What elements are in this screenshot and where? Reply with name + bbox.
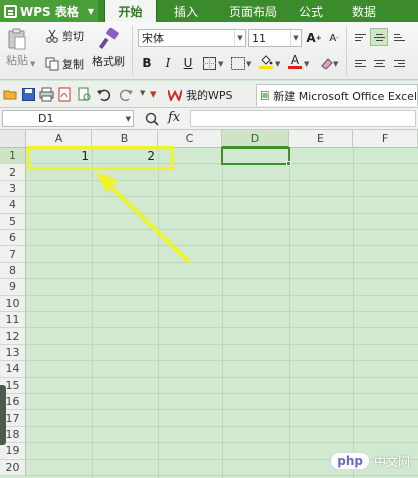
paste-dropdown-icon[interactable]: ▼ — [30, 60, 35, 68]
tab-insert[interactable]: 插入 — [160, 0, 212, 22]
merge-icon — [231, 56, 245, 70]
merge-cells-button[interactable] — [230, 55, 246, 71]
app-title: WPS 表格 — [20, 4, 79, 19]
font-name-select[interactable]: 宋体 ▼ — [138, 29, 246, 47]
fill-color-swatch — [259, 66, 273, 69]
align-right-button[interactable] — [390, 54, 408, 72]
align-top-icon — [354, 32, 366, 43]
chevron-down-icon: ▼ — [125, 114, 131, 123]
watermark-text: 中文网 — [373, 454, 410, 469]
font-color-letter: A — [290, 52, 300, 67]
clear-format-button[interactable] — [318, 55, 334, 71]
copy-label: 复制 — [62, 58, 84, 71]
format-painter-button[interactable]: 格式刷 — [92, 28, 125, 69]
clear-format-dropdown-icon[interactable]: ▼ — [333, 60, 338, 68]
align-center-button[interactable] — [370, 54, 388, 72]
chevron-down-icon: ▼ — [87, 6, 94, 16]
align-left-icon — [354, 58, 366, 69]
eraser-icon — [320, 57, 333, 70]
font-color-dropdown-icon[interactable]: ▼ — [304, 60, 309, 68]
save-icon[interactable] — [21, 87, 36, 102]
shrink-font-button[interactable]: A- — [326, 30, 342, 46]
redo-icon[interactable] — [119, 87, 134, 102]
undo-icon[interactable] — [96, 87, 111, 102]
borders-dropdown-icon[interactable]: ▼ — [218, 60, 223, 68]
app-menu-button[interactable]: WPS 表格 ▼ — [0, 0, 98, 22]
format-painter-label: 格式刷 — [92, 55, 125, 68]
cut-button[interactable]: 剪切 — [45, 28, 84, 44]
cut-label: 剪切 — [62, 30, 84, 43]
underline-button[interactable]: U — [180, 55, 196, 71]
quick-access-bar: ▼ ▾ 我的WPS 新建 Microsoft Office Excel — [0, 81, 418, 108]
align-right-icon — [393, 58, 405, 69]
font-color-button[interactable]: A — [287, 53, 303, 69]
side-panel-handle[interactable] — [0, 385, 6, 445]
watermark: php 中文网 — [330, 452, 410, 470]
grow-font-button[interactable]: A + — [306, 30, 322, 46]
paste-icon — [8, 28, 26, 50]
name-box-value: D1 — [38, 112, 54, 125]
formula-bar: D1 ▼ fx — [0, 108, 418, 130]
align-middle-button[interactable] — [370, 28, 388, 46]
customize-marker-icon: ▾ — [150, 87, 157, 102]
font-color-swatch — [288, 65, 302, 69]
arrow-annotation — [96, 172, 190, 263]
paste-label: 粘贴 — [6, 54, 28, 67]
watermark-logo: php — [330, 452, 370, 470]
print-icon[interactable] — [39, 87, 54, 102]
font-size-select[interactable]: 11 ▼ — [248, 29, 302, 47]
tab-my-wps-label: 我的WPS — [186, 89, 233, 102]
scissors-icon — [46, 29, 58, 43]
format-painter-icon — [98, 28, 119, 50]
chevron-down-icon: ▼ — [290, 30, 301, 46]
export-pdf-icon[interactable] — [57, 87, 72, 102]
merge-dropdown-icon[interactable]: ▼ — [246, 60, 251, 68]
tab-document[interactable]: 新建 Microsoft Office Excel — [256, 84, 418, 106]
name-box[interactable]: D1 ▼ — [2, 110, 134, 127]
tab-my-wps[interactable]: 我的WPS — [164, 84, 254, 106]
wps-w-logo-icon — [168, 89, 182, 101]
spreadsheet-grid[interactable]: A B C D E F 1 2 3 4 5 6 7 8 9 10 11 12 13 14 15 16 17 18 1… — [0, 130, 418, 478]
title-tab-bar: WPS 表格 ▼ 开始 插入 页面布局 公式 数据 — [0, 0, 418, 22]
open-folder-icon[interactable] — [3, 87, 18, 102]
chevron-down-icon: ▼ — [234, 30, 245, 46]
spreadsheet-doc-icon — [261, 91, 270, 100]
grow-font-label: A — [306, 31, 316, 45]
ribbon-separator — [132, 26, 133, 76]
tab-page-layout[interactable]: 页面布局 — [218, 0, 288, 22]
align-left-button[interactable] — [351, 54, 369, 72]
tab-home[interactable]: 开始 — [104, 0, 157, 22]
align-bottom-button[interactable] — [390, 28, 408, 46]
align-middle-icon — [373, 32, 385, 43]
wps-logo-icon — [4, 4, 17, 18]
paint-bucket-icon — [261, 55, 273, 65]
italic-button[interactable]: I — [160, 55, 176, 71]
font-name-value: 宋体 — [142, 32, 164, 45]
copy-icon — [45, 57, 59, 71]
align-center-icon — [373, 58, 385, 69]
tab-formulas[interactable]: 公式 — [290, 0, 332, 22]
bold-button[interactable]: B — [139, 55, 155, 71]
formula-input[interactable] — [190, 110, 416, 127]
fill-color-dropdown-icon[interactable]: ▼ — [275, 60, 280, 68]
zoom-search-icon[interactable] — [145, 112, 159, 126]
copy-button[interactable]: 复制 — [45, 56, 84, 72]
ribbon-separator — [346, 26, 347, 76]
paste-button[interactable]: 粘贴 — [6, 28, 28, 68]
insert-function-button[interactable]: fx — [168, 110, 180, 125]
tab-data[interactable]: 数据 — [343, 0, 385, 22]
borders-button[interactable] — [201, 55, 217, 71]
fill-color-button[interactable] — [258, 54, 274, 70]
align-top-button[interactable] — [351, 28, 369, 46]
font-size-value: 11 — [252, 31, 266, 45]
tab-document-label: 新建 Microsoft Office Excel — [273, 89, 417, 103]
align-bottom-icon — [393, 32, 405, 43]
shrink-font-label: A — [329, 32, 337, 44]
customize-toolbar-icon[interactable]: ▼ — [140, 89, 145, 97]
print-preview-icon[interactable] — [77, 87, 92, 102]
ribbon-home: 粘贴 ▼ 剪切 复制 格式刷 宋体 ▼ 11 ▼ A + A - B I U ▼… — [0, 22, 418, 80]
borders-icon — [202, 56, 216, 70]
